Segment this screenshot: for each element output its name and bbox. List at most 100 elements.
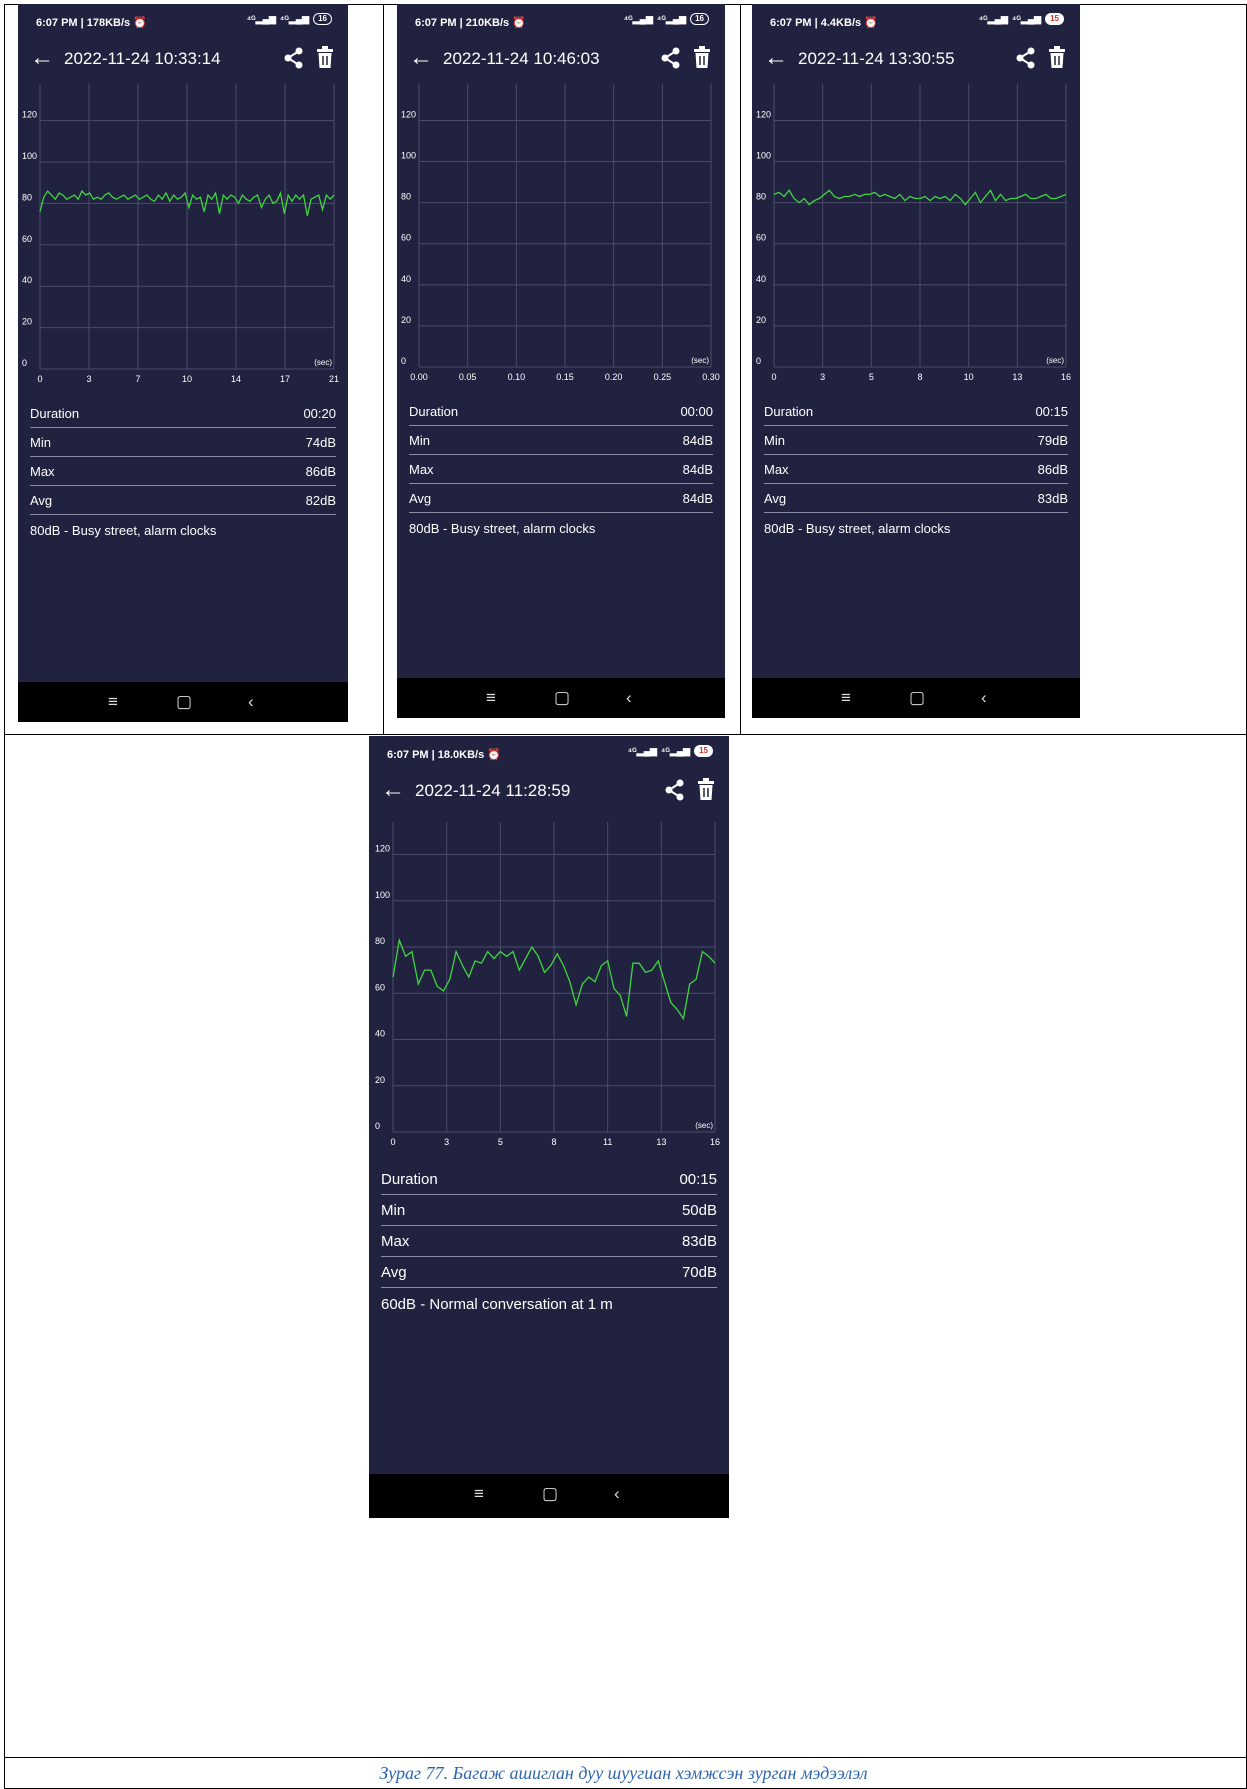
stat-label: Duration	[381, 1171, 438, 1188]
reference-level: 60dB - Normal conversation at 1 m	[381, 1296, 613, 1313]
recording-title: 2022-11-24 10:33:14	[64, 49, 221, 68]
table-divider	[4, 1757, 1247, 1758]
stat-label: Min	[381, 1202, 406, 1219]
trash-icon[interactable]	[693, 46, 711, 70]
stat-min: Min 50dB	[381, 1195, 717, 1226]
x-tick-label: 13	[1012, 372, 1022, 382]
status-icons: ⁴ᴳ▂▄▆ ⁴ᴳ▂▄▆ 15	[979, 13, 1064, 25]
status-bar: 6:07 PM | 178KB/s ⏰ ⁴ᴳ▂▄▆ ⁴ᴳ▂▄▆ 16	[18, 4, 348, 34]
stat-avg: Avg 70dB	[381, 1257, 717, 1288]
stats-panel: Duration 00:15 Min 50dB Max 83dB Avg 70dB 60dB -…	[381, 1164, 717, 1313]
menu-icon[interactable]: ≡	[486, 688, 496, 708]
menu-icon[interactable]: ≡	[108, 692, 118, 712]
stat-label: Min	[30, 435, 51, 450]
home-icon[interactable]: ▢	[542, 1484, 558, 1504]
x-tick-label: 10	[182, 374, 192, 384]
back-nav-icon[interactable]: ‹	[614, 1484, 620, 1504]
stat-value: 86dB	[305, 464, 336, 479]
x-tick-label: 0.30	[702, 372, 720, 382]
x-tick-label: 0.10	[508, 372, 526, 382]
x-tick-label: 5	[498, 1137, 503, 1147]
stat-max: Max 86dB	[764, 455, 1068, 484]
stat-value: 84dB	[682, 433, 713, 448]
stat-duration: Duration 00:20	[30, 399, 336, 428]
stat-value: 70dB	[681, 1264, 717, 1281]
signal-icon: ⁴ᴳ▂▄▆	[623, 13, 653, 24]
back-nav-icon[interactable]: ‹	[248, 692, 254, 712]
x-tick-label: 21	[329, 374, 339, 384]
system-nav-bar: ≡ ▢ ‹	[397, 678, 725, 718]
share-icon[interactable]	[1016, 46, 1036, 70]
decibel-chart: 0 20 40 60 80 100 120 0.00 0.05 0.10 0.15 0.20 0.25 0…	[401, 84, 720, 382]
menu-icon[interactable]: ≡	[474, 1484, 484, 1504]
stat-value: 84dB	[682, 462, 713, 477]
stat-avg: Avg 82dB	[30, 486, 336, 515]
arrow-left-icon[interactable]: ←	[30, 46, 54, 70]
y-tick-label: 40	[401, 274, 411, 284]
stat-value: 79dB	[1037, 433, 1068, 448]
back-nav-icon[interactable]: ‹	[981, 688, 987, 708]
status-bar: 6:07 PM | 210KB/s ⏰ ⁴ᴳ▂▄▆ ⁴ᴳ▂▄▆ 16	[397, 4, 725, 34]
phone-screen: 6:07 PM | 18.0KB/s ⏰ ⁴ᴳ▂▄▆ ⁴ᴳ▂▄▆ 15 ← 2022-11…	[369, 736, 729, 1518]
y-tick-label: 40	[375, 1029, 385, 1039]
stat-label: Max	[30, 464, 55, 479]
system-nav-bar: ≡ ▢ ‹	[18, 682, 348, 722]
trash-icon[interactable]	[697, 778, 715, 802]
share-icon[interactable]	[284, 46, 304, 70]
y-tick-label: 60	[756, 233, 766, 243]
trash-icon[interactable]	[316, 46, 334, 70]
y-tick-label: 100	[22, 151, 37, 161]
home-icon[interactable]: ▢	[176, 692, 192, 712]
stat-label: Min	[764, 433, 785, 448]
stat-label: Max	[764, 462, 789, 477]
x-tick-label: 0.00	[410, 372, 428, 382]
stat-label: Avg	[30, 493, 53, 508]
x-tick-label: 0.15	[556, 372, 574, 382]
home-icon[interactable]: ▢	[554, 688, 570, 708]
share-icon[interactable]	[661, 46, 681, 70]
decibel-chart: 0 20 40 60 80 100 120 0 3 5 8 11 13 16 (sec)	[375, 822, 720, 1147]
stat-label: Avg	[409, 491, 432, 506]
y-tick-label: 80	[401, 192, 411, 202]
decibel-chart: 0 20 40 60 80 100 120 0 3 5 8 10 13 16 (sec)	[756, 84, 1071, 382]
battery-icon: 16	[690, 13, 709, 25]
trash-icon[interactable]	[1048, 46, 1066, 70]
arrow-left-icon[interactable]: ←	[381, 778, 405, 802]
recording-title: 2022-11-24 10:46:03	[443, 49, 600, 68]
stat-value: 50dB	[681, 1202, 717, 1219]
x-tick-label: 3	[444, 1137, 449, 1147]
menu-icon[interactable]: ≡	[841, 688, 851, 708]
y-tick-label: 20	[401, 315, 411, 325]
share-icon[interactable]	[665, 778, 685, 802]
x-tick-label: 10	[964, 372, 974, 382]
signal-icon: ⁴ᴳ▂▄▆	[627, 745, 657, 756]
home-icon[interactable]: ▢	[909, 688, 925, 708]
system-nav-bar: ≡ ▢ ‹	[752, 678, 1080, 718]
y-tick-label: 0	[756, 356, 761, 366]
x-tick-label: 7	[135, 374, 140, 384]
arrow-left-icon[interactable]: ←	[409, 46, 433, 70]
phone-screen: 6:07 PM | 178KB/s ⏰ ⁴ᴳ▂▄▆ ⁴ᴳ▂▄▆ 16 ← 2022-11-…	[18, 4, 348, 722]
y-tick-label: 80	[22, 192, 32, 202]
figure-caption: Зураг 77. Багаж ашиглан дуу шуугиан хэмж…	[379, 1763, 868, 1783]
phone-screen: 6:07 PM | 210KB/s ⏰ ⁴ᴳ▂▄▆ ⁴ᴳ▂▄▆ 16 ← 2022-11-…	[397, 4, 725, 718]
arrow-left-icon[interactable]: ←	[764, 46, 788, 70]
stat-max: Max 83dB	[381, 1226, 717, 1257]
y-tick-label: 60	[22, 234, 32, 244]
y-tick-label: 0	[375, 1121, 380, 1131]
stat-duration: Duration 00:00	[409, 397, 713, 426]
app-bar: ← 2022-11-24 11:28:59	[369, 776, 729, 816]
stat-value: 00:20	[303, 406, 336, 421]
reference-level: 80dB - Busy street, alarm clocks	[409, 521, 596, 536]
x-tick-label: 8	[551, 1137, 556, 1147]
stat-min: Min 74dB	[30, 428, 336, 457]
stat-value: 74dB	[305, 435, 336, 450]
app-bar: ← 2022-11-24 10:46:03	[397, 44, 725, 84]
y-tick-label: 120	[401, 109, 416, 119]
back-nav-icon[interactable]: ‹	[626, 688, 632, 708]
stat-value: 82dB	[305, 493, 336, 508]
y-tick-label: 100	[375, 890, 390, 900]
x-tick-label: 14	[231, 374, 241, 384]
x-tick-label: 8	[917, 372, 922, 382]
x-axis-unit: (sec)	[1046, 356, 1064, 365]
